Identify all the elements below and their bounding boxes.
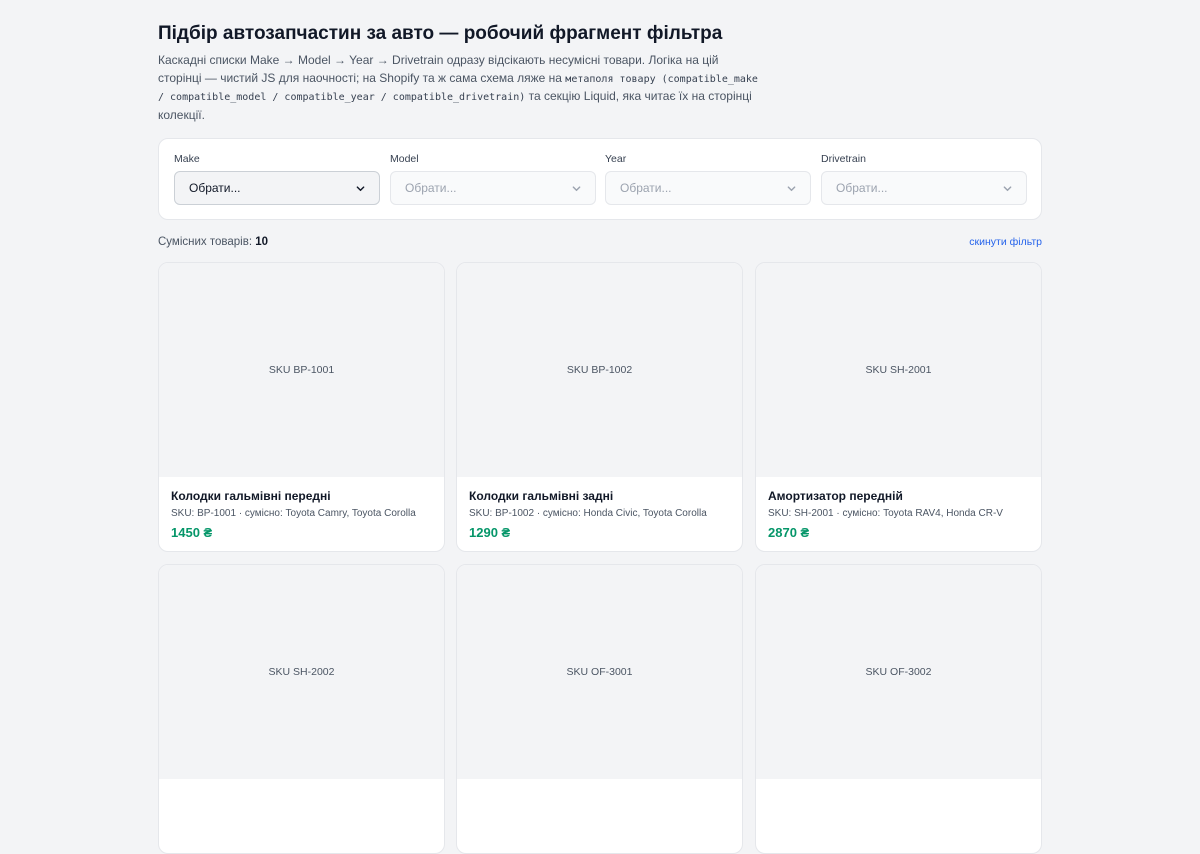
drivetrain-select-value: Обрати... — [836, 181, 888, 195]
product-card[interactable]: SKU OF-3002 — [755, 564, 1042, 854]
page-description: Каскадні списки Make → Model → Year → Dr… — [158, 52, 758, 124]
product-title: Амортизатор передній — [768, 489, 903, 503]
year-select-value: Обрати... — [620, 181, 672, 195]
make-label: Make — [174, 153, 200, 165]
product-thumbnail: SKU BP-1002 — [457, 263, 742, 477]
chevron-down-icon — [1003, 185, 1012, 191]
results-count-label: Сумісних товарів: — [158, 236, 256, 248]
product-meta: SKU: BP-1002 · сумісно: Honda Civic, Toy… — [469, 508, 707, 519]
product-price: 1290 ₴ — [469, 525, 511, 540]
model-field: Model Обрати... — [390, 153, 596, 205]
product-info: Колодки гальмівні задні SKU: BP-1002 · с… — [457, 477, 742, 551]
model-label: Model — [390, 153, 419, 165]
product-card[interactable]: SKU BP-1001 Колодки гальмівні передні SK… — [158, 262, 445, 552]
make-select-value: Обрати... — [189, 181, 241, 195]
drivetrain-field: Drivetrain Обрати... — [821, 153, 1027, 205]
chevron-down-icon — [572, 185, 581, 191]
results-summary: Сумісних товарів: 10 скинути фільтр — [158, 236, 1042, 252]
product-price: 1450 ₴ — [171, 525, 213, 540]
year-field: Year Обрати... — [605, 153, 811, 205]
product-thumbnail: SKU SH-2001 — [756, 263, 1041, 477]
chevron-down-icon — [787, 185, 796, 191]
chevron-down-icon — [356, 185, 365, 191]
product-card[interactable]: SKU SH-2001 Амортизатор передній SKU: SH… — [755, 262, 1042, 552]
results-count: 10 — [255, 236, 269, 248]
filter-panel: Make Обрати... Model Обрати... Year Обра… — [158, 138, 1042, 220]
product-thumbnail: SKU OF-3002 — [756, 565, 1041, 779]
product-card[interactable]: SKU BP-1002 Колодки гальмівні задні SKU:… — [456, 262, 743, 552]
drivetrain-label: Drivetrain — [821, 153, 866, 165]
product-thumbnail: SKU SH-2002 — [159, 565, 444, 779]
product-price: 2870 ₴ — [768, 525, 810, 540]
product-info: Амортизатор передній SKU: SH-2001 · сумі… — [756, 477, 1041, 551]
product-card[interactable]: SKU OF-3001 — [456, 564, 743, 854]
product-meta: SKU: SH-2001 · сумісно: Toyota RAV4, Hon… — [768, 508, 1003, 519]
model-select-value: Обрати... — [405, 181, 457, 195]
product-card[interactable]: SKU SH-2002 — [158, 564, 445, 854]
page-container: Підбір автозапчастин за авто — робочий ф… — [158, 22, 1042, 854]
product-thumbnail: SKU OF-3001 — [457, 565, 742, 779]
product-info: Колодки гальмівні передні SKU: BP-1001 ·… — [159, 477, 444, 551]
product-title: Колодки гальмівні передні — [171, 489, 331, 503]
page-title: Підбір автозапчастин за авто — робочий ф… — [158, 23, 723, 44]
year-label: Year — [605, 153, 627, 165]
product-title: Колодки гальмівні задні — [469, 489, 614, 503]
model-select[interactable]: Обрати... — [390, 171, 596, 205]
make-select[interactable]: Обрати... — [174, 171, 380, 205]
make-field: Make Обрати... — [174, 153, 380, 205]
year-select[interactable]: Обрати... — [605, 171, 811, 205]
reset-filter-link[interactable]: скинути фільтр — [969, 236, 1042, 248]
product-thumbnail: SKU BP-1001 — [159, 263, 444, 477]
drivetrain-select[interactable]: Обрати... — [821, 171, 1027, 205]
product-meta: SKU: BP-1001 · сумісно: Toyota Camry, To… — [171, 508, 416, 519]
